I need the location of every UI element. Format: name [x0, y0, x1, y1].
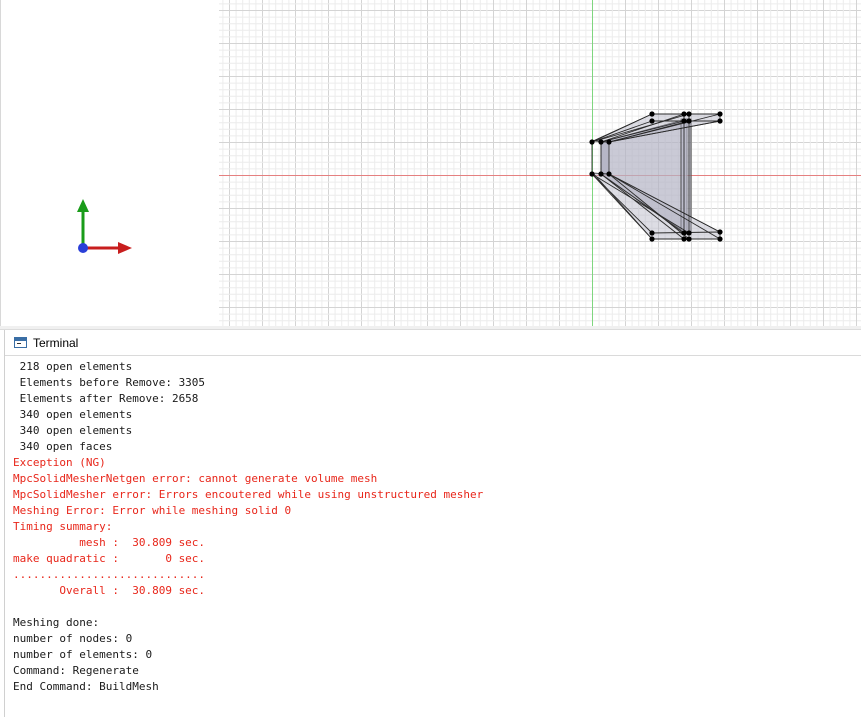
- terminal-line: Overall : 30.809 sec.: [13, 584, 206, 597]
- terminal-title: Terminal: [33, 335, 79, 350]
- terminal-line: number of elements: 0: [13, 648, 153, 661]
- terminal-output[interactable]: 218 open elements Elements before Remove…: [13, 359, 861, 695]
- terminal-panel: Terminal 218 open elements Elements befo…: [4, 330, 861, 717]
- terminal-line: Command: Regenerate: [13, 664, 139, 677]
- grid: [219, 0, 861, 326]
- terminal-line: 340 open faces: [13, 440, 113, 453]
- terminal-header[interactable]: Terminal: [5, 330, 861, 356]
- mesh-node: [649, 111, 655, 117]
- mesh-node: [598, 171, 604, 177]
- triad-x-head: [118, 242, 132, 254]
- mesh-node: [686, 111, 692, 117]
- triad-y-head: [77, 199, 89, 212]
- mesh-face-back: [600, 141, 610, 175]
- mesh-node: [649, 230, 655, 236]
- terminal-line: MpcSolidMesher error: Errors encoutered …: [13, 488, 484, 501]
- mesh-node: [717, 229, 723, 235]
- triad-z-dot: [78, 243, 88, 253]
- terminal-line: number of nodes: 0: [13, 632, 133, 645]
- mesh-node: [686, 118, 692, 124]
- terminal-line: 340 open elements: [13, 424, 133, 437]
- mesh-node: [598, 139, 604, 145]
- terminal-line: 218 open elements: [13, 360, 133, 373]
- terminal-line: make quadratic : 0 sec.: [13, 552, 206, 565]
- mesh-node: [681, 236, 687, 242]
- terminal-line: .............................: [13, 568, 206, 581]
- mesh-node: [649, 236, 655, 242]
- mesh-node: [717, 118, 723, 124]
- viewport-canvas[interactable]: [1, 0, 861, 326]
- mesh-node: [717, 236, 723, 242]
- terminal-line: 340 open elements: [13, 408, 133, 421]
- terminal-line: Timing summary:: [13, 520, 113, 533]
- axis-triad-icon: [77, 199, 132, 254]
- mesh-node: [589, 139, 595, 145]
- mesh-node: [681, 111, 687, 117]
- terminal-line: Meshing Error: Error while meshing solid…: [13, 504, 292, 517]
- mesh-node: [686, 236, 692, 242]
- mesh-node: [717, 111, 723, 117]
- terminal-icon: [14, 337, 27, 348]
- mesh-node: [681, 118, 687, 124]
- mesh-node: [686, 230, 692, 236]
- terminal-line: Elements before Remove: 3305: [13, 376, 206, 389]
- mesh-node: [589, 171, 595, 177]
- mesh-node: [606, 139, 612, 145]
- terminal-line: mesh : 30.809 sec.: [13, 536, 206, 549]
- terminal-line: End Command: BuildMesh: [13, 680, 159, 693]
- terminal-line: Meshing done:: [13, 616, 100, 629]
- mesh-node: [649, 118, 655, 124]
- mesh-node: [681, 230, 687, 236]
- terminal-line: Elements after Remove: 2658: [13, 392, 199, 405]
- mesh-node: [606, 171, 612, 177]
- 3d-viewport[interactable]: [0, 0, 861, 326]
- terminal-line: Exception (NG): [13, 456, 106, 469]
- terminal-line: MpcSolidMesherNetgen error: cannot gener…: [13, 472, 378, 485]
